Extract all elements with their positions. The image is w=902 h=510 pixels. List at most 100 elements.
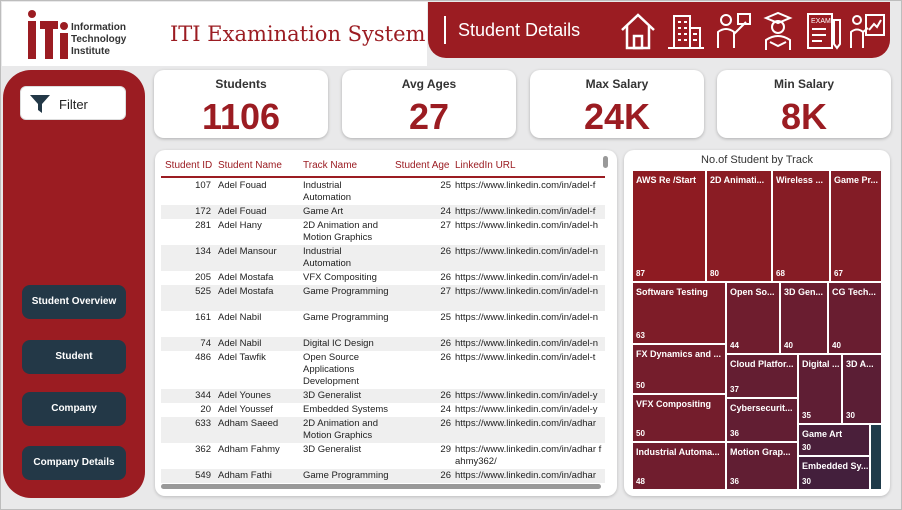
nav-company-details[interactable]: Company Details [22,446,126,480]
treemap-cell[interactable]: Software Testing 63 [632,282,726,344]
table-header: Student ID Student Name Track Name Stude… [161,156,605,178]
table-row[interactable]: 20 Adel Youssef Embedded Systems 24 https://… [161,403,605,417]
treemap-cell-value: 50 [636,381,645,390]
cell-url: https://www.linkedin.com/in/adel-n [455,312,599,323]
treemap-cell[interactable]: AWS Re /Start 87 [632,170,706,282]
cell-name: Adel Mostafa [218,272,274,283]
treemap-cell-label: Cybersecurit... [730,403,793,413]
horizontal-scrollbar[interactable] [161,484,601,489]
cell-track: Industrial Automation [303,180,352,203]
treemap-cell[interactable]: VFX Compositing 50 [632,394,726,442]
treemap-cell-value: 63 [636,331,645,340]
treemap-cell[interactable]: Embedded Sy... 30 [798,456,870,490]
cell-name: Adel Mostafa [218,286,274,297]
table-row[interactable]: 161 Adel Nabil Game Programming 25 https://w… [161,311,605,337]
instructor-icon[interactable] [712,10,752,52]
cell-track: Game Programming [303,286,389,297]
col-student-id[interactable]: Student ID [165,160,212,171]
treemap-cell-label: Embedded Sy... [802,461,869,471]
cell-track: Embedded Systems [303,404,389,415]
cell-id: 161 [195,312,211,323]
treemap-cell-value: 68 [776,269,785,278]
treemap-cell[interactable]: Motion Grap... 36 [726,442,798,490]
home-icon[interactable] [618,10,658,52]
table-row[interactable]: 549 Adham Fathi Game Programming 26 https://… [161,469,605,483]
treemap-cell-label: Cloud Platfor... [730,359,794,369]
cell-track: Industrial Automation [303,246,352,269]
cell-age: 26 [440,390,451,401]
table-row[interactable]: 172 Adel Fouad Game Art 24 https://www.linke… [161,205,605,219]
cell-age: 24 [440,206,451,217]
logo-line-3: Institute [71,46,110,57]
cell-name: Adham Fathi [218,470,272,481]
treemap-cell[interactable]: Cybersecurit... 36 [726,398,798,442]
treemap-cell[interactable]: 3D Gen... 40 [780,282,828,354]
cell-age: 27 [440,286,451,297]
col-linkedin-url[interactable]: LinkedIn URL [455,160,516,171]
student-icon[interactable] [758,10,798,52]
vertical-scrollbar[interactable] [603,156,608,168]
table-row[interactable]: 486 Adel Tawfik Open Source Applications D… [161,351,605,389]
treemap-cell[interactable]: Open So... 44 [726,282,780,354]
table-row[interactable]: 281 Adel Hany 2D Animation and Motion Grap… [161,219,605,245]
header: Information Technology Institute ITI Exa… [2,2,427,66]
nav-company[interactable]: Company [22,392,126,426]
treemap-cell[interactable]: FX Dynamics and ... 50 [632,344,726,394]
presenter-icon[interactable] [848,10,888,52]
filter-button[interactable]: Filter [20,86,126,120]
treemap-cell-value: 48 [636,477,645,486]
logo-line-2: Technology [71,34,127,45]
cell-name: Adel Fouad [218,206,267,217]
kpi-max-salary: Max Salary 24K [530,70,704,138]
nav-student-overview[interactable]: Student Overview [22,285,126,319]
table-row[interactable]: 344 Adel Younes 3D Generalist 26 https://www… [161,389,605,403]
treemap-cell-value: 36 [730,477,739,486]
cell-id: 20 [200,404,211,415]
logo-line-1: Information [71,22,126,33]
treemap-cell[interactable]: 3D A... 30 [842,354,882,424]
table-row[interactable]: 205 Adel Mostafa VFX Compositing 26 https://… [161,271,605,285]
kpi-students: Students 1106 [154,70,328,138]
treemap-cell-value: 35 [802,411,811,420]
col-track-name[interactable]: Track Name [303,160,357,171]
kpi-label: Min Salary [773,77,835,91]
kpi-avg-ages: Avg Ages 27 [342,70,516,138]
cell-id: 344 [195,390,211,401]
table-row[interactable]: 633 Adham Saeed 2D Animation and Motion Gr… [161,417,605,443]
treemap-cell-label: CG Tech... [832,287,876,297]
treemap-cell[interactable]: Game Pr... 67 [830,170,882,282]
cell-url: https://www.linkedin.com/in/adel-n [455,272,599,283]
treemap-cell-label: Game Pr... [834,175,879,185]
treemap-cell-small[interactable] [870,424,882,490]
table-row[interactable]: 134 Adel Mansour Industrial Automation 26 ht… [161,245,605,271]
treemap-cell[interactable]: CG Tech... 40 [828,282,882,354]
kpi-label: Students [215,77,267,91]
cell-id: 362 [195,444,211,455]
chart-title: No.of Student by Track [701,154,813,166]
cell-name: Adel Youssef [218,404,273,415]
col-student-age[interactable]: Student Age [395,160,450,171]
treemap-cell[interactable]: Wireless ... 68 [772,170,830,282]
building-icon[interactable] [666,10,706,52]
table-row[interactable]: 107 Adel Fouad Industrial Automation 25 http… [161,179,605,205]
treemap-cell[interactable]: Game Art 30 [798,424,870,456]
cell-id: 525 [195,286,211,297]
treemap-cell[interactable]: Industrial Automa... 48 [632,442,726,490]
treemap-cell-label: AWS Re /Start [636,175,697,185]
table-row[interactable]: 74 Adel Nabil Digital IC Design 26 https://w… [161,337,605,351]
nav-student[interactable]: Student [22,340,126,374]
cell-name: Adham Saeed [218,418,279,429]
treemap-cell-value: 44 [730,341,739,350]
treemap-cell-label: VFX Compositing [636,399,711,409]
table-row[interactable]: 525 Adel Mostafa Game Programming 27 https:/… [161,285,605,311]
cell-id: 549 [195,470,211,481]
treemap-cell[interactable]: Digital ... 35 [798,354,842,424]
col-student-name[interactable]: Student Name [218,160,282,171]
treemap-cell[interactable]: Cloud Platfor... 37 [726,354,798,398]
treemap-cell-label: Game Art [802,429,843,439]
treemap-cell[interactable]: 2D Animati... 80 [706,170,772,282]
treemap-cell-label: Digital ... [802,359,840,369]
exam-icon[interactable]: EXAM [802,10,842,52]
treemap-cell-value: 80 [710,269,719,278]
table-row[interactable]: 362 Adham Fahmy 3D Generalist 29 https://www… [161,443,605,469]
